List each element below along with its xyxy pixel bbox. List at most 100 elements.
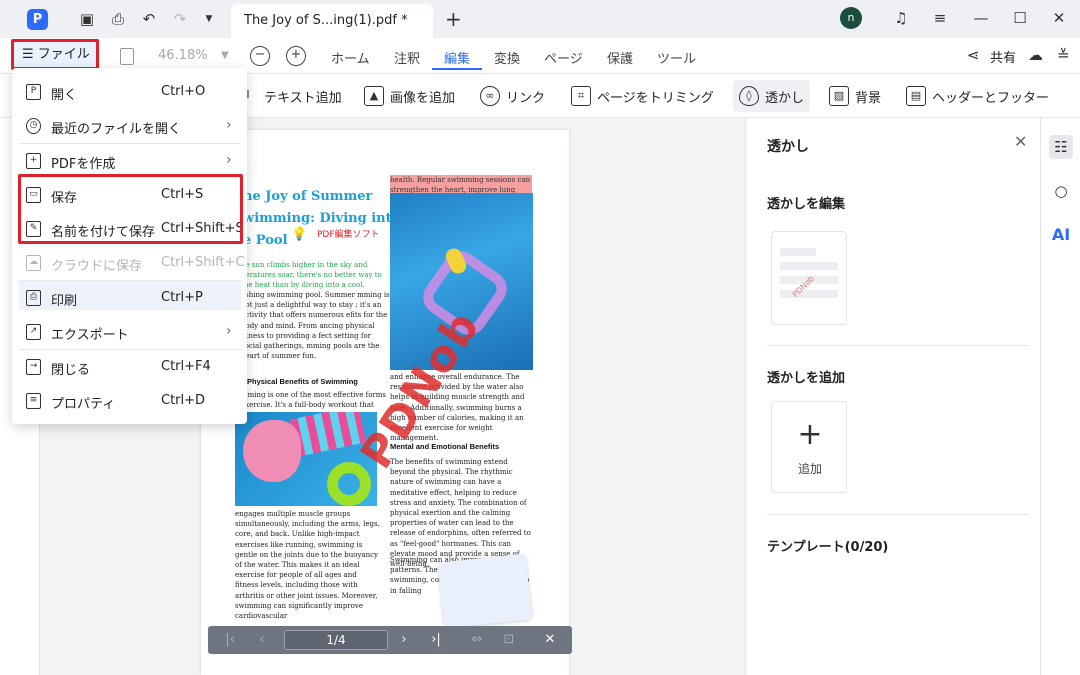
open-file-icon: P (26, 84, 41, 100)
zoom-level[interactable]: 46.18% (158, 48, 208, 63)
link-label: リンク (506, 90, 546, 106)
menu-shortcut: Ctrl+F4 (161, 359, 211, 374)
menu-label: プロパティ (51, 397, 116, 412)
menu-item-create-pdf[interactable]: + PDFを作成 › (12, 145, 247, 177)
collapse-ribbon-icon[interactable]: ≚ (1057, 46, 1070, 64)
undo-icon[interactable]: ↶ (140, 10, 158, 28)
app-logo-icon[interactable]: P (27, 9, 48, 30)
maximize-icon[interactable]: ☐ (1008, 7, 1032, 29)
crop-icon: ⌗ (571, 86, 591, 106)
close-file-icon: → (26, 359, 41, 375)
background-button[interactable]: ▨ 背景 (829, 80, 881, 112)
tab-convert[interactable]: 変換 (494, 48, 520, 67)
background-icon: ▨ (829, 86, 849, 106)
tab-edit[interactable]: 編集 (444, 48, 470, 67)
tab-tools[interactable]: ツール (657, 48, 696, 67)
menu-item-open[interactable]: P 開く Ctrl+O (12, 76, 247, 108)
header-footer-button[interactable]: ▤ ヘッダーとフッター (906, 80, 1049, 112)
menu-item-properties[interactable]: ≡ プロパティ Ctrl+D (12, 385, 247, 417)
chevron-right-icon: › (226, 117, 232, 133)
watermark-drop-icon: ◊ (739, 86, 759, 106)
intro-text: eshing swimming pool. Summer mming is no… (241, 291, 390, 361)
ai-icon[interactable]: AI (1049, 223, 1073, 247)
new-tab-icon[interactable]: + (445, 9, 462, 29)
add-text-button[interactable]: I テキスト追加 (238, 80, 342, 112)
notification-icon[interactable]: ♫ (889, 7, 913, 29)
quick-access-dropdown-icon[interactable]: ▼ (200, 10, 218, 28)
menu-divider (19, 143, 241, 144)
print-icon: ⎙ (26, 290, 41, 306)
menu-shortcut: Ctrl+D (161, 393, 206, 408)
document-tab[interactable]: The Joy of S...ing(1).pdf * (231, 4, 433, 38)
clock-icon: ◷ (26, 118, 41, 134)
panel-divider (767, 514, 1029, 515)
next-page-icon[interactable]: › (394, 630, 414, 650)
zoom-in-icon[interactable]: + (286, 46, 306, 66)
properties-sliders-icon[interactable]: ☷ (1049, 135, 1073, 159)
menu-label: PDFを作成 (51, 157, 116, 172)
search-icon[interactable]: ○ (1049, 179, 1073, 203)
menu-item-recent-files[interactable]: ◷ 最近のファイルを開く › (12, 110, 247, 142)
fit-page-icon[interactable]: ⊡ (499, 630, 519, 650)
first-page-icon[interactable]: |‹ (220, 630, 240, 650)
file-menu-button[interactable]: ☰ ファイル (11, 39, 99, 70)
link-button[interactable]: ∞ リンク (480, 80, 545, 112)
background-label: 背景 (855, 90, 882, 106)
close-nav-icon[interactable]: ✕ (540, 630, 560, 650)
flamingo-pool-photo (235, 412, 377, 506)
menu-label: 印刷 (51, 294, 78, 309)
watermark-thumbnail[interactable]: PDNob (771, 231, 847, 325)
page-number-input[interactable]: 1/4 (284, 630, 388, 650)
intro-green-text: he sun climbs higher in the sky and pera… (241, 261, 382, 289)
add-label: 追加 (797, 462, 822, 476)
page-view-icon[interactable] (120, 48, 134, 65)
tab-page[interactable]: ページ (544, 48, 583, 67)
zoom-out-icon[interactable]: − (250, 46, 270, 66)
share-button[interactable]: 共有 (990, 47, 1016, 66)
watermark-label: 透かし (765, 90, 805, 106)
close-window-icon[interactable]: ✕ (1047, 7, 1071, 29)
menu-label: エクスポート (51, 328, 129, 343)
zoom-dropdown-icon[interactable]: ▼ (221, 50, 229, 61)
menu-label: 最近のファイルを開く (51, 122, 182, 137)
cloud-icon[interactable]: ☁ (1028, 46, 1043, 64)
handwritten-signature: PDF編集ソフト (317, 230, 380, 240)
print-icon[interactable]: ⎙ (109, 10, 127, 28)
create-pdf-icon: + (26, 153, 41, 169)
menu-icon[interactable]: ≡ (928, 7, 952, 29)
add-text-label: テキスト追加 (264, 90, 342, 106)
add-watermark-heading: 透かしを追加 (767, 371, 846, 386)
menu-item-print[interactable]: ⎙ 印刷 Ctrl+P (12, 282, 247, 314)
header-footer-icon: ▤ (906, 86, 926, 106)
tab-annotate[interactable]: 注釈 (394, 48, 420, 67)
export-icon: ↗ (26, 324, 41, 340)
para-mental: The benefits of swimming extend beyond t… (390, 458, 531, 569)
close-panel-icon[interactable]: ✕ (1014, 132, 1027, 151)
minimize-icon[interactable]: — (969, 7, 993, 29)
crop-page-button[interactable]: ⌗ ページをトリミング (571, 80, 714, 112)
prev-page-icon[interactable]: ‹ (252, 630, 272, 650)
pdf-page[interactable]: he Joy of Summer wimming: Diving into e … (201, 130, 569, 675)
save-icon[interactable]: ▣ (78, 10, 96, 28)
share-icon[interactable]: ⋖ (967, 46, 980, 64)
fit-width-icon[interactable]: ⇔ (467, 630, 487, 650)
template-heading[interactable]: テンプレート(0/20) (767, 536, 888, 555)
add-image-button[interactable]: ▲ 画像を追加 (364, 80, 455, 112)
last-page-icon[interactable]: ›| (426, 630, 446, 650)
watermark-button[interactable]: ◊ 透かし (733, 80, 811, 112)
chevron-right-icon: › (226, 152, 232, 168)
add-watermark-button[interactable]: + 追加 (771, 401, 847, 493)
menu-label: 閉じる (51, 363, 91, 378)
menu-item-export[interactable]: ↗ エクスポート › (12, 316, 247, 348)
plus-icon: + (797, 417, 823, 452)
document-tab-title: The Joy of S...ing(1).pdf * (244, 13, 408, 28)
promo-screenshot-image[interactable] (437, 553, 533, 629)
tab-protect[interactable]: 保護 (607, 48, 633, 67)
avatar[interactable]: n (840, 7, 862, 29)
menu-item-close[interactable]: → 閉じる Ctrl+F4 (12, 351, 247, 383)
save-options-highlight-box (18, 174, 243, 244)
redo-icon[interactable]: ↷ (171, 10, 189, 28)
tab-home[interactable]: ホーム (331, 48, 370, 67)
menu-label: クラウドに保存 (51, 259, 143, 274)
heading-physical-benefits: Physical Benefits of Swimming (247, 377, 358, 386)
